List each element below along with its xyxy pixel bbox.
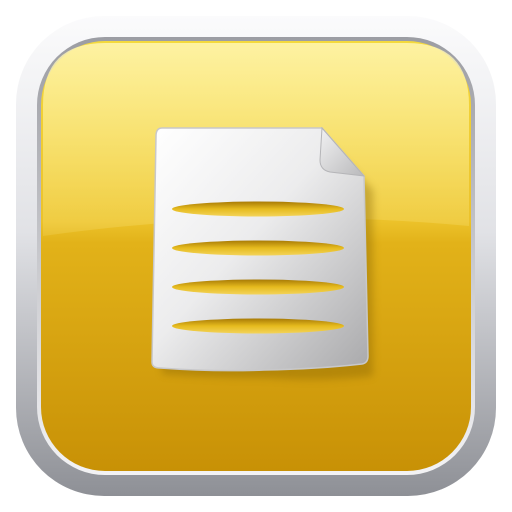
document-line-3 [172, 279, 344, 295]
document-line-1 [172, 201, 344, 217]
app-icon[interactable] [0, 0, 512, 512]
document-line-2 [172, 240, 344, 256]
document-icon [151, 126, 369, 372]
app-icon-graphic [16, 16, 496, 496]
document-line-4 [172, 318, 344, 334]
